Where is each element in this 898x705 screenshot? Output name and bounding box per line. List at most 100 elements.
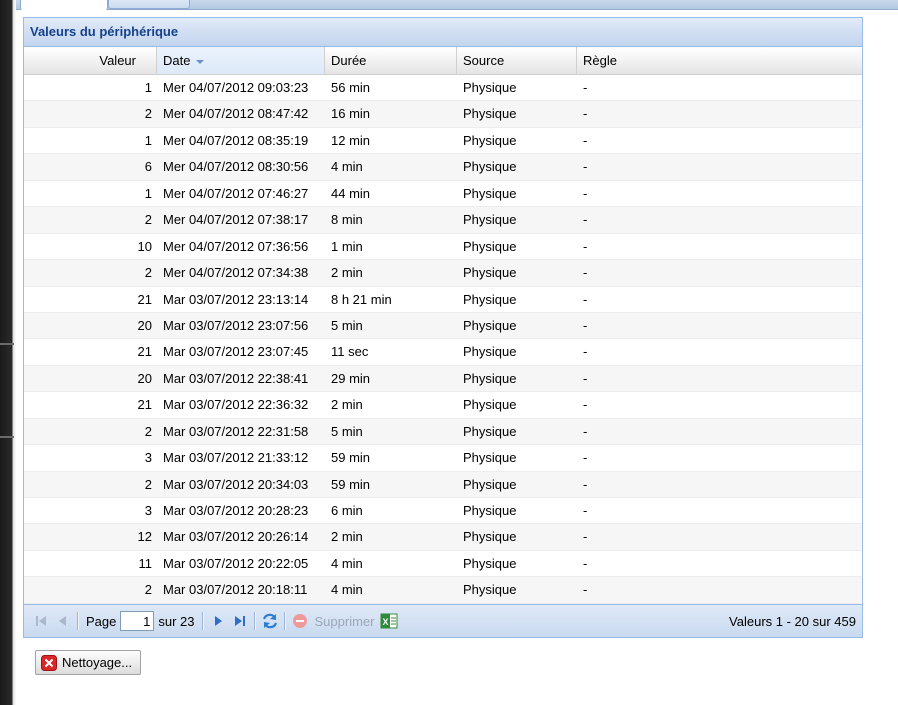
cell-date: Mar 03/07/2012 23:13:14 bbox=[163, 291, 309, 307]
table-row[interactable]: 1 Mer 04/07/2012 08:35:19 12 min Physique - bbox=[24, 128, 862, 155]
table-row[interactable]: 3 Mar 03/07/2012 20:28:23 6 min Physique - bbox=[24, 498, 862, 525]
column-header-source[interactable]: Source bbox=[457, 47, 577, 74]
table-row[interactable]: 12 Mar 03/07/2012 20:26:14 2 min Physique - bbox=[24, 524, 862, 551]
table-row[interactable]: 2 Mer 04/07/2012 08:47:42 16 min Physique - bbox=[24, 101, 862, 128]
cell-regle: - bbox=[583, 106, 588, 122]
cell-duree: 2 min bbox=[331, 397, 363, 413]
cell-duree: 1 min bbox=[331, 238, 363, 254]
table-row[interactable]: 10 Mer 04/07/2012 07:36:56 1 min Physique - bbox=[24, 234, 862, 261]
cell-duree: 16 min bbox=[331, 106, 371, 122]
cell-date: Mer 04/07/2012 07:46:27 bbox=[163, 185, 309, 201]
cell-valeur: 1 bbox=[144, 80, 152, 95]
cell-date: Mer 04/07/2012 08:47:42 bbox=[163, 106, 309, 122]
table-row[interactable]: 21 Mar 03/07/2012 23:07:45 11 sec Physique - bbox=[24, 339, 862, 366]
cell-source: Physique bbox=[463, 370, 517, 386]
column-header-valeur[interactable]: Valeur bbox=[24, 47, 157, 74]
cell-valeur: 3 bbox=[144, 450, 152, 466]
cell-valeur: 20 bbox=[137, 317, 152, 333]
cell-source: Physique bbox=[463, 555, 517, 571]
cell-valeur: 3 bbox=[144, 503, 152, 518]
cell-duree: 6 min bbox=[331, 503, 363, 518]
cell-source: Physique bbox=[463, 344, 517, 360]
page-number-input[interactable] bbox=[120, 611, 155, 631]
toolbar-separator bbox=[253, 612, 256, 630]
tab-inactive[interactable] bbox=[108, 0, 190, 9]
cell-duree: 2 min bbox=[331, 265, 363, 281]
cell-date: Mar 03/07/2012 20:28:23 bbox=[163, 503, 309, 518]
cell-duree: 59 min bbox=[331, 450, 371, 466]
cell-source: Physique bbox=[463, 212, 517, 228]
next-page-icon[interactable] bbox=[207, 610, 229, 632]
table-row[interactable]: 2 Mer 04/07/2012 07:38:17 8 min Physique - bbox=[24, 207, 862, 234]
cell-source: Physique bbox=[463, 132, 517, 148]
sort-desc-icon bbox=[196, 59, 205, 64]
cell-duree: 11 sec bbox=[331, 344, 369, 360]
table-row[interactable]: 21 Mar 03/07/2012 22:36:32 2 min Physique - bbox=[24, 392, 862, 419]
table-row[interactable]: 11 Mar 03/07/2012 20:22:05 4 min Physique - bbox=[24, 551, 862, 578]
device-values-panel: Valeurs du périphérique Valeur Date Duré… bbox=[23, 17, 863, 638]
column-header-duree[interactable]: Durée bbox=[325, 47, 457, 74]
cell-date: Mer 04/07/2012 08:30:56 bbox=[163, 159, 309, 175]
cell-source: Physique bbox=[463, 476, 517, 492]
cell-valeur: 10 bbox=[137, 238, 152, 254]
cell-duree: 56 min bbox=[331, 80, 371, 95]
table-row[interactable]: 6 Mer 04/07/2012 08:30:56 4 min Physique - bbox=[24, 154, 862, 181]
cell-duree: 5 min bbox=[331, 317, 363, 333]
cell-regle: - bbox=[583, 265, 588, 281]
table-row[interactable]: 2 Mar 03/07/2012 22:31:58 5 min Physique - bbox=[24, 418, 862, 446]
cell-valeur: 2 bbox=[144, 106, 152, 122]
cell-date: Mer 04/07/2012 07:38:17 bbox=[163, 212, 309, 228]
cell-duree: 5 min bbox=[331, 423, 363, 439]
cell-regle: - bbox=[583, 132, 588, 148]
column-header-date[interactable]: Date bbox=[157, 47, 325, 74]
cell-date: Mar 03/07/2012 21:33:12 bbox=[163, 450, 309, 466]
excel-export-icon[interactable]: X bbox=[378, 610, 400, 632]
clean-button[interactable]: Nettoyage... bbox=[35, 650, 141, 675]
window-left-edge bbox=[0, 0, 16, 705]
cell-regle: - bbox=[583, 291, 588, 307]
table-row[interactable]: 1 Mer 04/07/2012 07:46:27 44 min Physique - bbox=[24, 181, 862, 208]
table-row[interactable]: 2 Mar 03/07/2012 20:34:03 59 min Physique - bbox=[24, 471, 862, 498]
delete-icon[interactable] bbox=[289, 610, 311, 632]
cell-regle: - bbox=[583, 238, 588, 254]
cell-date: Mar 03/07/2012 23:07:56 bbox=[163, 317, 309, 333]
toolbar-separator bbox=[77, 612, 79, 630]
column-header-regle[interactable]: Règle bbox=[577, 47, 862, 74]
first-page-icon[interactable] bbox=[30, 610, 52, 632]
last-page-icon[interactable] bbox=[229, 610, 251, 632]
cell-date: Mar 03/07/2012 20:18:11 bbox=[163, 582, 308, 598]
cell-source: Physique bbox=[463, 423, 517, 439]
clear-icon bbox=[41, 654, 57, 671]
cell-valeur: 21 bbox=[137, 291, 152, 307]
tab-strip bbox=[16, 0, 898, 10]
grid-header: Valeur Date Durée Source Règle bbox=[24, 47, 862, 75]
cell-regle: - bbox=[583, 503, 588, 518]
table-row[interactable]: 2 Mer 04/07/2012 07:34:38 2 min Physique - bbox=[24, 260, 862, 287]
table-row[interactable]: 20 Mar 03/07/2012 22:38:41 29 min Physique - bbox=[24, 365, 862, 393]
cell-date: Mar 03/07/2012 22:31:58 bbox=[163, 423, 309, 439]
prev-page-icon[interactable] bbox=[52, 610, 74, 632]
grid-body: 1 Mer 04/07/2012 09:03:23 56 min Physique -2… bbox=[24, 75, 862, 604]
table-row[interactable]: 3 Mar 03/07/2012 21:33:12 59 min Physique - bbox=[24, 445, 862, 472]
cell-date: Mer 04/07/2012 09:03:23 bbox=[163, 80, 309, 95]
table-row[interactable]: 2 Mar 03/07/2012 20:18:11 4 min Physique - bbox=[24, 577, 862, 604]
cell-source: Physique bbox=[463, 450, 517, 466]
cell-duree: 4 min bbox=[331, 582, 363, 598]
cell-source: Physique bbox=[463, 582, 517, 598]
cell-source: Physique bbox=[463, 397, 517, 413]
cell-source: Physique bbox=[463, 529, 517, 545]
table-row[interactable]: 21 Mar 03/07/2012 23:13:14 8 h 21 min Physi… bbox=[24, 287, 862, 313]
page-count-label: sur 23 bbox=[158, 613, 195, 629]
cell-valeur: 2 bbox=[144, 212, 152, 228]
toolbar-separator bbox=[201, 612, 204, 630]
cell-valeur: 2 bbox=[144, 265, 152, 281]
tab-active[interactable] bbox=[20, 0, 108, 10]
table-row[interactable]: 20 Mar 03/07/2012 23:07:56 5 min Physique - bbox=[24, 312, 862, 340]
cell-valeur: 21 bbox=[137, 344, 152, 360]
table-row[interactable]: 1 Mer 04/07/2012 09:03:23 56 min Physique - bbox=[24, 75, 862, 102]
refresh-icon[interactable] bbox=[259, 610, 281, 632]
cell-regle: - bbox=[583, 476, 588, 492]
cell-duree: 2 min bbox=[331, 529, 363, 545]
delete-button-label[interactable]: Supprimer bbox=[311, 614, 379, 629]
cell-valeur: 2 bbox=[144, 582, 152, 598]
